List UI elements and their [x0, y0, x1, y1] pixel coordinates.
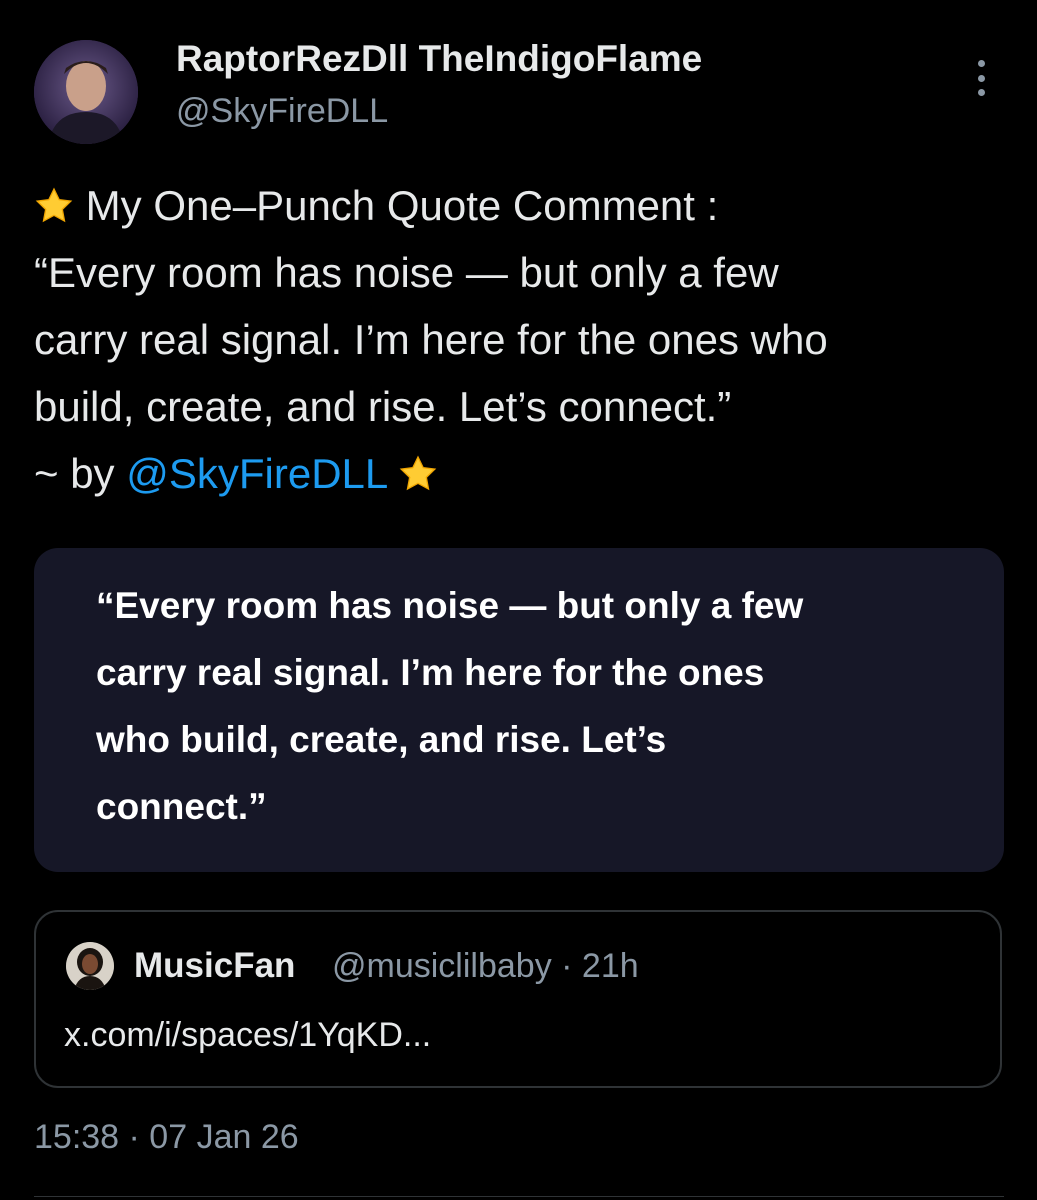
- media-line: carry real signal. I’m here for the ones: [96, 652, 765, 693]
- star-icon: [400, 455, 437, 491]
- tweet-line-1: My One–Punch Quote Comment :: [34, 172, 1014, 239]
- author-avatar[interactable]: [34, 40, 138, 144]
- media-line: connect.”: [96, 786, 267, 827]
- author-handle[interactable]: @SkyFireDLL: [176, 92, 388, 131]
- more-dot: [977, 74, 985, 82]
- mention-link[interactable]: @SkyFireDLL: [126, 450, 386, 497]
- quoted-author-avatar[interactable]: [66, 942, 114, 990]
- post-timestamp[interactable]: 15:38 · 07 Jan 26: [34, 1118, 299, 1157]
- media-line: who build, create, and rise. Let’s: [96, 719, 667, 760]
- tweet-heading: My One–Punch Quote Comment :: [85, 182, 719, 229]
- quoted-author-name[interactable]: MusicFan: [134, 946, 295, 986]
- divider: [34, 1196, 1004, 1197]
- byline-prefix: ~ by: [34, 450, 127, 497]
- media-image[interactable]: “Every room has noise — but only a few c…: [34, 548, 1004, 872]
- quoted-post-link[interactable]: x.com/i/spaces/1YqKD...: [64, 1016, 431, 1055]
- tweet-line-2: “Every room has noise — but only a few: [34, 249, 779, 296]
- tweet-line-4: build, create, and rise. Let’s connect.”: [34, 383, 732, 430]
- media-quote-text: “Every room has noise — but only a few c…: [96, 572, 976, 840]
- media-line: “Every room has noise — but only a few: [96, 585, 804, 626]
- more-dot: [977, 89, 985, 96]
- quoted-author-meta: @musiclilbaby · 21h: [332, 947, 639, 986]
- author-display-name[interactable]: RaptorRezDll TheIndigoFlame: [176, 38, 702, 80]
- more-vertical-icon[interactable]: [960, 56, 1002, 100]
- quoted-post-card[interactable]: MusicFan @musiclilbaby · 21h x.com/i/spa…: [34, 910, 1002, 1088]
- more-dot: [977, 60, 985, 67]
- tweet-line-3: carry real signal. I’m here for the ones…: [34, 316, 828, 363]
- tweet-text: My One–Punch Quote Comment : “Every room…: [34, 172, 1014, 507]
- quoted-author-handle[interactable]: @musiclilbaby: [332, 947, 552, 985]
- tweet-line-5: ~ by @SkyFireDLL: [34, 440, 1014, 507]
- star-icon: [35, 187, 73, 223]
- quoted-post-time: · 21h: [561, 947, 639, 985]
